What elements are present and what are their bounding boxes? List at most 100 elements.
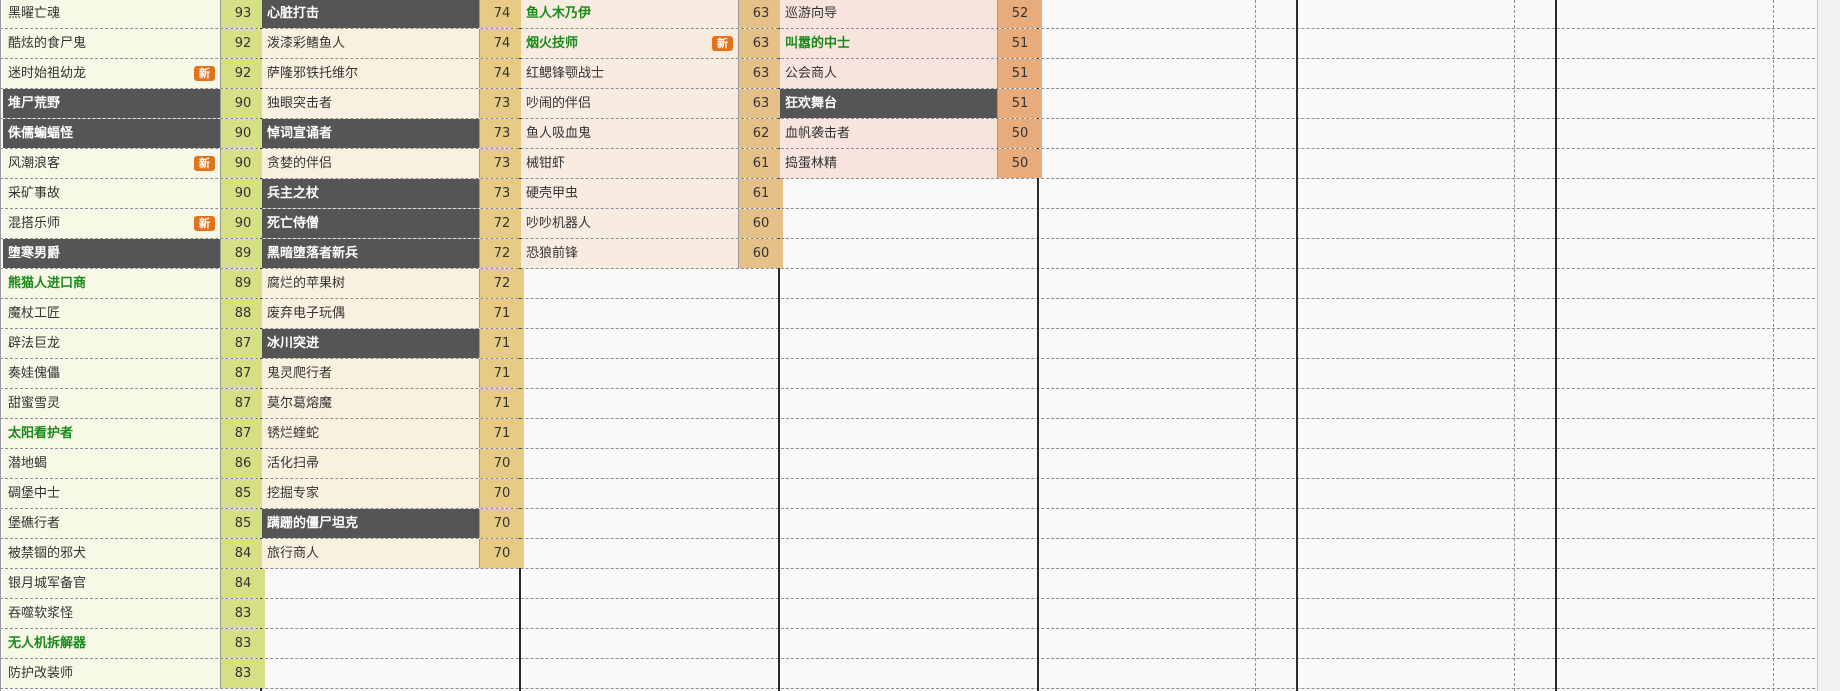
table-row[interactable]: 烟火技师 新 63 <box>521 29 783 58</box>
score-cell[interactable]: 72 <box>480 209 524 238</box>
table-row[interactable]: 奏娃傀儡 87 <box>3 359 265 388</box>
score-cell[interactable]: 90 <box>221 119 265 148</box>
score-cell[interactable]: 90 <box>221 89 265 118</box>
table-row[interactable]: 兵主之杖 73 <box>262 179 524 208</box>
table-row[interactable]: 甜蜜雪灵 87 <box>3 389 265 418</box>
table-row[interactable]: 鬼灵爬行者 71 <box>262 359 524 388</box>
score-cell[interactable]: 83 <box>221 629 265 658</box>
table-row[interactable]: 叫嚣的中士 51 <box>780 29 1042 58</box>
score-cell[interactable]: 85 <box>221 479 265 508</box>
card-name-cell[interactable]: 莫尔葛熔魔 <box>262 389 480 418</box>
card-name-cell[interactable]: 泼漆彩鳍鱼人 <box>262 29 480 58</box>
table-row[interactable]: 锈烂蝰蛇 71 <box>262 419 524 448</box>
score-cell[interactable]: 61 <box>739 179 783 208</box>
card-name-cell[interactable]: 悼词宣诵者 <box>262 119 480 148</box>
card-name-cell[interactable]: 潜地蝎 <box>3 449 221 478</box>
score-cell[interactable]: 87 <box>221 389 265 418</box>
table-row[interactable]: 风潮浪客 新 90 <box>3 149 265 178</box>
score-cell[interactable]: 71 <box>480 329 524 358</box>
score-cell[interactable]: 60 <box>739 209 783 238</box>
card-name-cell[interactable]: 血帆袭击者 <box>780 119 998 148</box>
table-row[interactable]: 黑曜亡魂 93 <box>3 0 265 28</box>
table-row[interactable]: 防护改装师 83 <box>3 659 265 688</box>
table-row[interactable]: 辟法巨龙 87 <box>3 329 265 358</box>
card-name-cell[interactable]: 辟法巨龙 <box>3 329 221 358</box>
table-row[interactable]: 鱼人木乃伊 63 <box>521 0 783 28</box>
score-cell[interactable]: 52 <box>998 0 1042 28</box>
table-row[interactable]: 公会商人 51 <box>780 59 1042 88</box>
card-name-cell[interactable]: 兵主之杖 <box>262 179 480 208</box>
table-row[interactable]: 熊猫人进口商 89 <box>3 269 265 298</box>
card-name-cell[interactable]: 贪婪的伴侣 <box>262 149 480 178</box>
card-name-cell[interactable]: 黑曜亡魂 <box>3 0 221 28</box>
table-row[interactable]: 吵吵机器人 60 <box>521 209 783 238</box>
table-row[interactable]: 贪婪的伴侣 73 <box>262 149 524 178</box>
card-name-cell[interactable]: 捣蛋林精 <box>780 149 998 178</box>
score-cell[interactable]: 83 <box>221 659 265 688</box>
card-name-cell[interactable]: 堕寒男爵 <box>3 239 221 268</box>
score-cell[interactable]: 60 <box>739 239 783 268</box>
score-cell[interactable]: 87 <box>221 329 265 358</box>
score-cell[interactable]: 73 <box>480 149 524 178</box>
score-cell[interactable]: 50 <box>998 149 1042 178</box>
score-cell[interactable]: 70 <box>480 479 524 508</box>
table-row[interactable]: 吞噬软浆怪 83 <box>3 599 265 628</box>
card-name-cell[interactable]: 酷炫的食尸鬼 <box>3 29 221 58</box>
table-row[interactable]: 红鳃锋颚战士 63 <box>521 59 783 88</box>
card-name-cell[interactable]: 吵闹的伴侣 <box>521 89 739 118</box>
table-row[interactable]: 黑暗堕落者新兵 72 <box>262 239 524 268</box>
score-cell[interactable]: 71 <box>480 419 524 448</box>
card-name-cell[interactable]: 风潮浪客 新 <box>3 149 221 178</box>
table-row[interactable]: 太阳看护者 87 <box>3 419 265 448</box>
score-cell[interactable]: 70 <box>480 509 524 538</box>
table-row[interactable]: 莫尔葛熔魔 71 <box>262 389 524 418</box>
score-cell[interactable]: 72 <box>480 239 524 268</box>
card-name-cell[interactable]: 叫嚣的中士 <box>780 29 998 58</box>
score-cell[interactable]: 85 <box>221 509 265 538</box>
score-cell[interactable]: 70 <box>480 539 524 568</box>
table-row[interactable]: 械钳虾 61 <box>521 149 783 178</box>
card-name-cell[interactable]: 银月城军备官 <box>3 569 221 598</box>
table-row[interactable]: 狂欢舞台 51 <box>780 89 1042 118</box>
score-cell[interactable]: 73 <box>480 89 524 118</box>
card-name-cell[interactable]: 萨隆邪铁托维尔 <box>262 59 480 88</box>
table-row[interactable]: 恐狼前锋 60 <box>521 239 783 268</box>
score-cell[interactable]: 92 <box>221 29 265 58</box>
table-row[interactable]: 碉堡中士 85 <box>3 479 265 508</box>
card-name-cell[interactable]: 狂欢舞台 <box>780 89 998 118</box>
table-row[interactable]: 活化扫帚 70 <box>262 449 524 478</box>
card-name-cell[interactable]: 防护改装师 <box>3 659 221 688</box>
card-name-cell[interactable]: 黑暗堕落者新兵 <box>262 239 480 268</box>
score-cell[interactable]: 63 <box>739 59 783 88</box>
card-name-cell[interactable]: 旅行商人 <box>262 539 480 568</box>
card-name-cell[interactable]: 红鳃锋颚战士 <box>521 59 739 88</box>
card-name-cell[interactable]: 公会商人 <box>780 59 998 88</box>
score-cell[interactable]: 51 <box>998 29 1042 58</box>
card-name-cell[interactable]: 巡游向导 <box>780 0 998 28</box>
table-row[interactable]: 腐烂的苹果树 72 <box>262 269 524 298</box>
score-cell[interactable]: 63 <box>739 89 783 118</box>
table-row[interactable]: 混搭乐师 新 90 <box>3 209 265 238</box>
score-cell[interactable]: 63 <box>739 29 783 58</box>
vertical-scrollbar[interactable] <box>1817 0 1840 691</box>
table-row[interactable]: 捣蛋林精 50 <box>780 149 1042 178</box>
score-cell[interactable]: 71 <box>480 359 524 388</box>
table-row[interactable]: 旅行商人 70 <box>262 539 524 568</box>
score-cell[interactable]: 72 <box>480 269 524 298</box>
card-name-cell[interactable]: 甜蜜雪灵 <box>3 389 221 418</box>
card-name-cell[interactable]: 被禁锢的邪犬 <box>3 539 221 568</box>
card-name-cell[interactable]: 心脏打击 <box>262 0 480 28</box>
score-cell[interactable]: 63 <box>739 0 783 28</box>
card-name-cell[interactable]: 吵吵机器人 <box>521 209 739 238</box>
score-cell[interactable]: 89 <box>221 239 265 268</box>
card-name-cell[interactable]: 鬼灵爬行者 <box>262 359 480 388</box>
card-name-cell[interactable]: 吞噬软浆怪 <box>3 599 221 628</box>
table-row[interactable]: 侏儒蝙蝠怪 90 <box>3 119 265 148</box>
table-row[interactable]: 硬壳甲虫 61 <box>521 179 783 208</box>
card-name-cell[interactable]: 鱼人吸血鬼 <box>521 119 739 148</box>
score-cell[interactable]: 74 <box>480 0 524 28</box>
card-name-cell[interactable]: 堆尸荒野 <box>3 89 221 118</box>
table-row[interactable]: 悼词宣诵者 73 <box>262 119 524 148</box>
score-cell[interactable]: 90 <box>221 149 265 178</box>
table-row[interactable]: 堡礁行者 85 <box>3 509 265 538</box>
